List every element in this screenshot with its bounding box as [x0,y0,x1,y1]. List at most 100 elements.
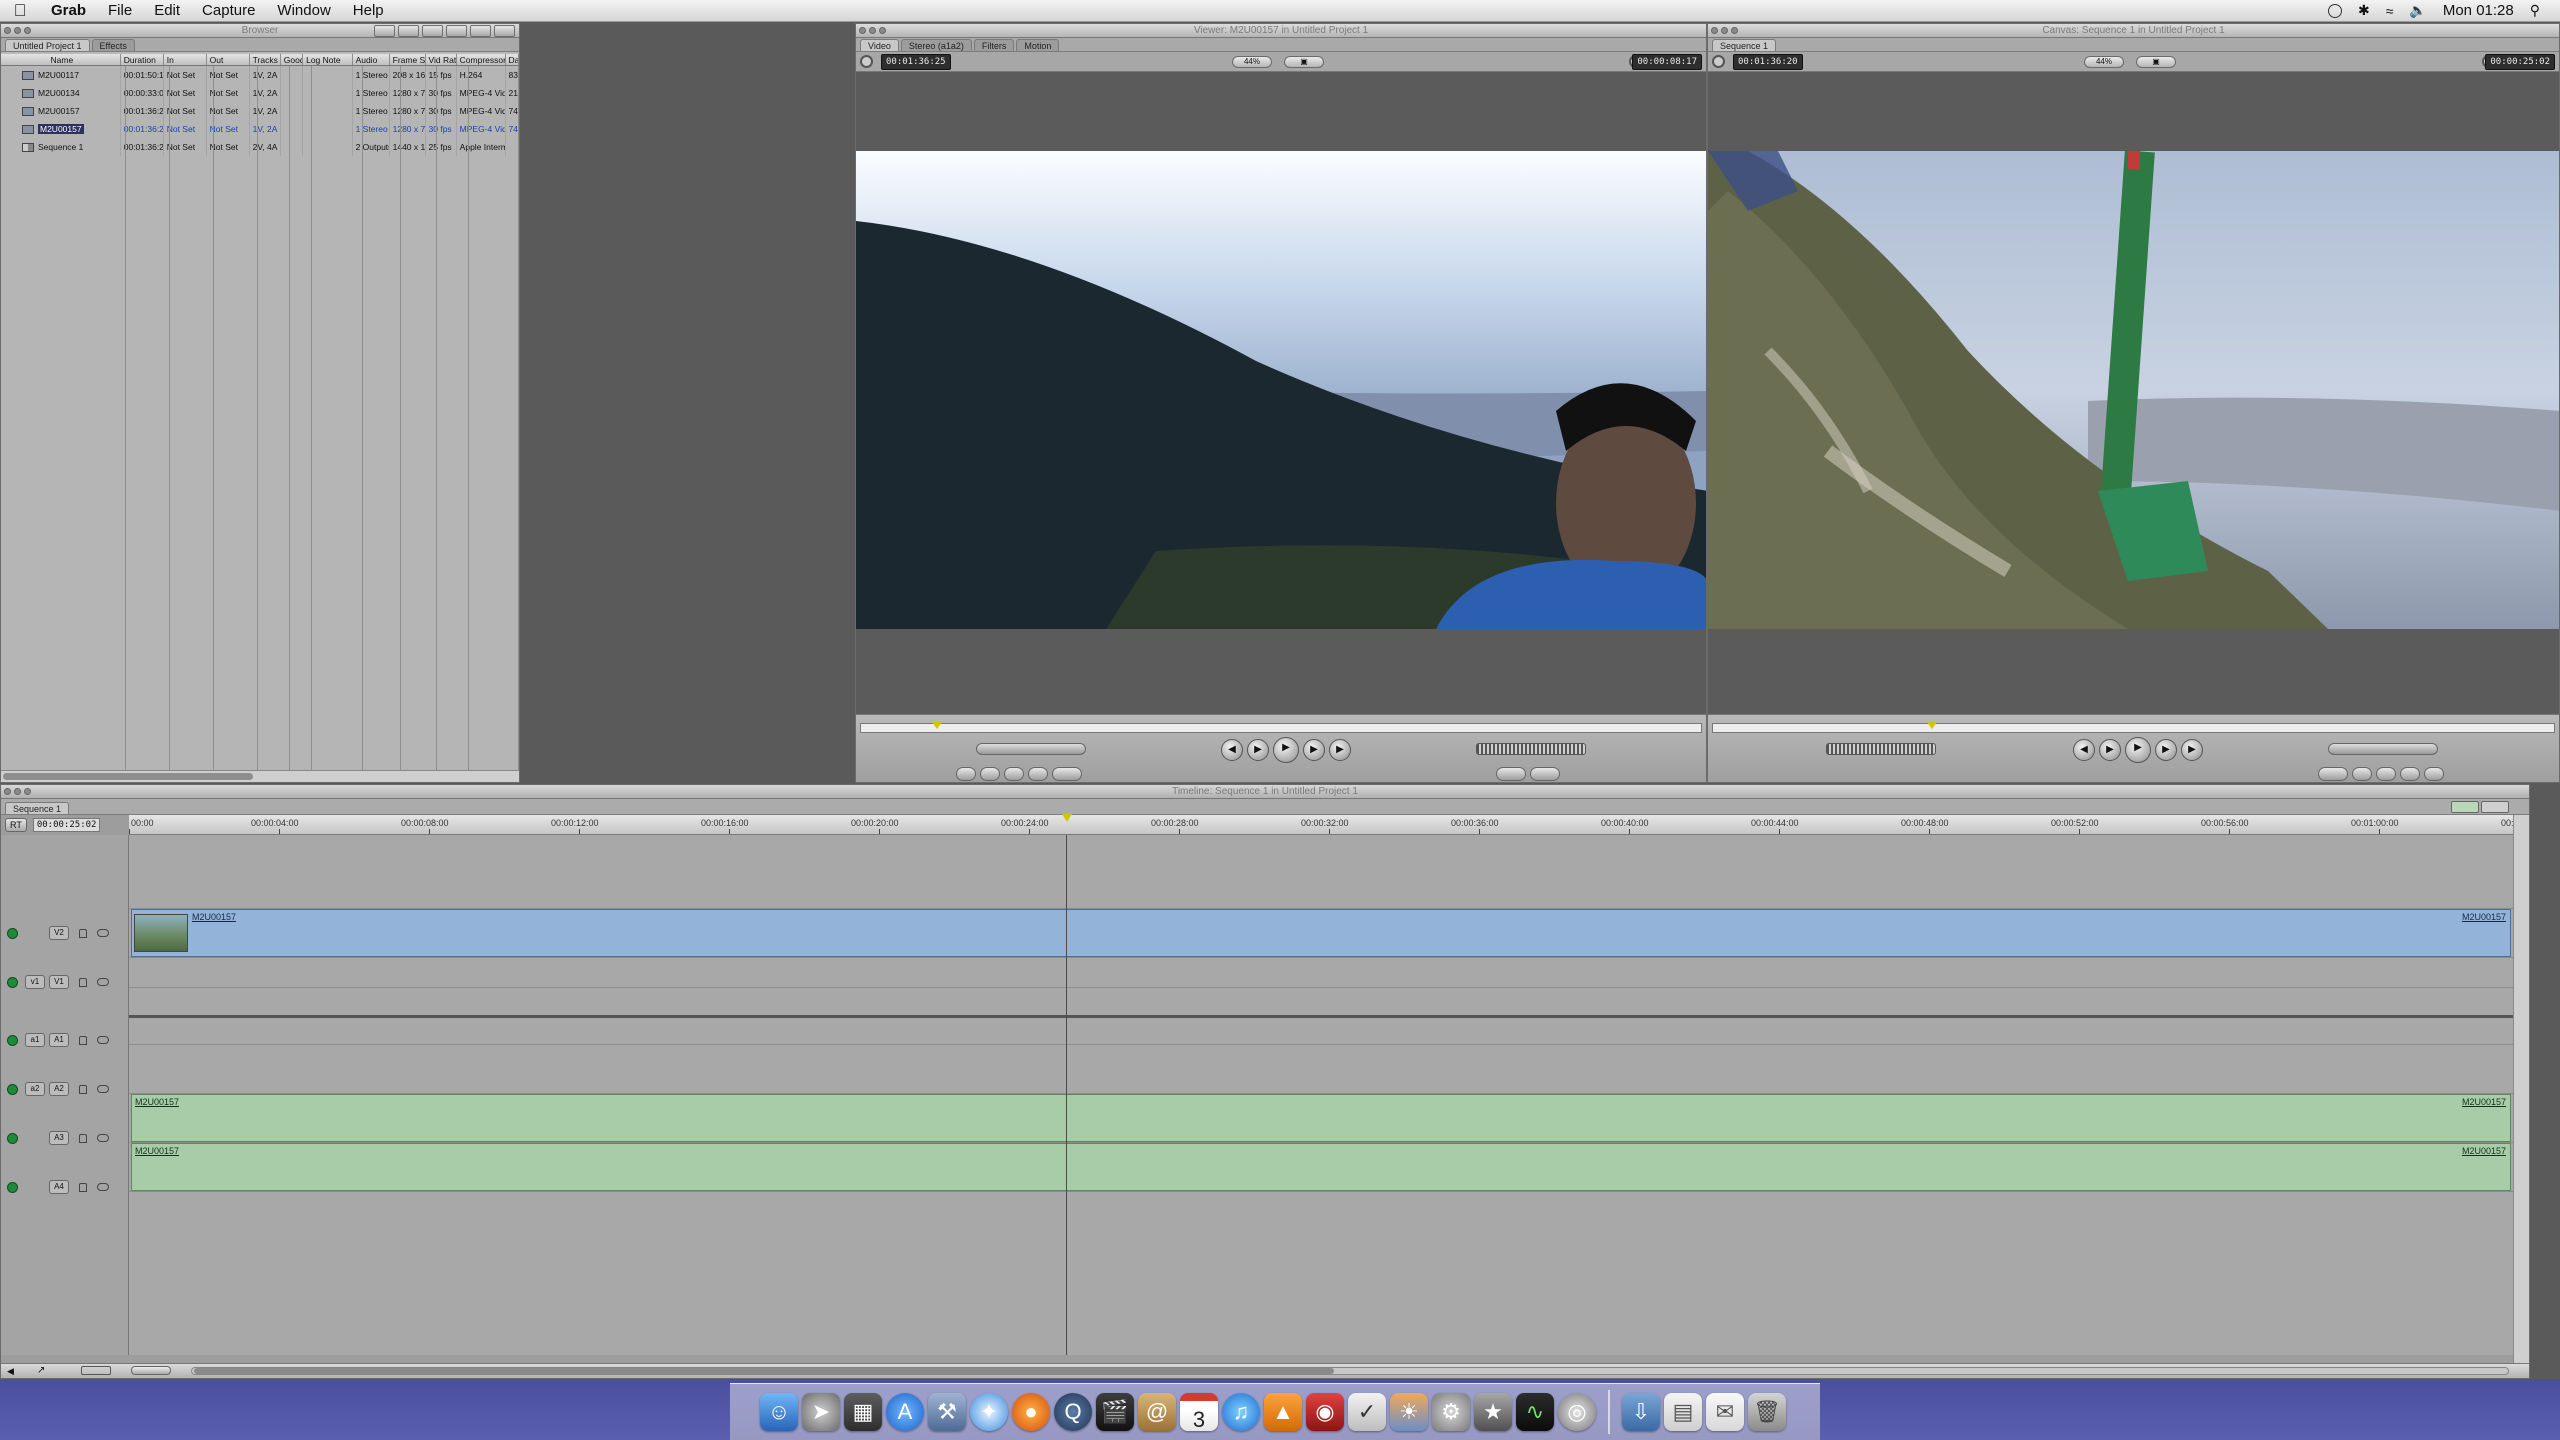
track-audible-icon[interactable] [7,1181,18,1193]
auto-select-icon[interactable] [97,1134,109,1142]
mail-icon[interactable]: ✉ [1706,1393,1744,1431]
menu-window[interactable]: Window [266,0,341,22]
viewer-current-timecode[interactable]: 00:00:08:17 [1632,53,1702,70]
tab-sequence-1[interactable]: Sequence 1 [5,802,70,814]
browser-tool-button[interactable] [398,25,419,37]
go-to-next-edit-button[interactable]: ▶ [1329,739,1351,761]
dashboard-icon[interactable]: ▦ [844,1393,882,1431]
track-lock-icon[interactable] [79,1084,87,1094]
add-marker-button[interactable] [2352,767,2372,781]
iphoto-icon[interactable]: ☀ [1390,1393,1428,1431]
track-lock-icon[interactable] [79,928,87,938]
scrollbar-thumb[interactable] [194,1368,1334,1374]
col-in[interactable]: In [164,54,207,65]
trash-icon[interactable]: 🗑 [1748,1393,1786,1431]
track-audible-icon[interactable] [7,1132,18,1144]
timeline-playhead[interactable] [1062,814,1072,822]
menu-file[interactable]: File [97,0,143,22]
browser-tool-button[interactable] [422,25,443,37]
timeline-tracks[interactable]: M2U00157 M2U00157 M2U00157 M2U00157 M2U0… [129,835,2514,1355]
viewer-shuttle-control[interactable] [1476,743,1586,755]
tab-untitled-project[interactable]: Untitled Project 1 [5,39,90,51]
tab-effects[interactable]: Effects [91,39,135,51]
go-to-previous-edit-button[interactable]: ◀ [1221,739,1243,761]
spotlight-search-icon[interactable]: ⚲ [2530,2,2540,19]
zoom-popup[interactable]: 44% [2084,55,2124,68]
play-in-to-out-button[interactable]: ▶ [2099,739,2121,761]
track-audible-icon[interactable] [7,1034,18,1046]
timeline-horizontal-scrollbar[interactable] [191,1367,2509,1375]
bluetooth-icon[interactable]: ✱ [2358,2,2370,19]
track-lock-icon[interactable] [79,1182,87,1192]
col-good[interactable]: Good [281,54,304,65]
table-row[interactable]: M2U00157 00:01:36:25 Not Set Not Set 1V,… [1,102,519,120]
auto-select-icon[interactable] [97,1036,109,1044]
generator-button[interactable] [1530,767,1560,781]
browser-horizontal-scrollbar[interactable] [1,770,519,782]
col-compressor[interactable]: Compressor [457,54,506,65]
tab-stereo[interactable]: Stereo (a1a2) [900,39,972,51]
mark-in-out-button[interactable] [2318,767,2348,781]
browser-tool-button[interactable] [446,25,467,37]
wifi-icon[interactable]: ≈ [2386,3,2394,19]
volume-icon[interactable]: 🔈 [2409,2,2426,19]
itunes-icon[interactable]: ♫ [1222,1393,1260,1431]
close-button[interactable] [4,788,11,795]
browser-tool-button[interactable] [494,25,515,37]
apple-menu-icon[interactable]:  [0,0,40,22]
play-in-to-out-button[interactable]: ▶ [1247,739,1269,761]
browser-tool-button[interactable] [374,25,395,37]
auto-select-icon[interactable] [97,1183,109,1191]
clip-a3[interactable]: M2U00157 M2U00157 [131,1094,2511,1142]
launchpad-icon[interactable]: ➤ [802,1393,840,1431]
mark-clip-button[interactable] [980,767,1000,781]
track-visibility-icon[interactable] [7,927,18,939]
clip-v2[interactable]: M2U00157 M2U00157 [131,909,2511,957]
destination-patch-a4[interactable]: A4 [49,1180,69,1194]
scrollbar-thumb[interactable] [3,773,253,780]
safari-icon[interactable]: ✦ [970,1393,1008,1431]
menubar-clock[interactable]: Mon 01:28 [2443,2,2514,19]
view-popup[interactable]: ▣ [2136,55,2176,68]
track-lock-icon[interactable] [79,1133,87,1143]
col-out[interactable]: Out [207,54,250,65]
go-to-previous-edit-button[interactable]: ◀ [2073,739,2095,761]
activity-monitor-icon[interactable]: ∿ [1516,1393,1554,1431]
firefox-icon[interactable]: ● [1012,1393,1050,1431]
canvas-playhead[interactable] [1926,722,1937,729]
play-button[interactable]: ▶ [1273,737,1299,763]
downloads-folder-icon[interactable]: ⇩ [1622,1393,1660,1431]
destination-patch-a2[interactable]: A2 [49,1082,69,1096]
track-height-icon[interactable]: ◀ [7,1366,14,1377]
menu-edit[interactable]: Edit [143,0,191,22]
vlc-icon[interactable]: ▲ [1264,1393,1302,1431]
browser-tool-button[interactable] [470,25,491,37]
minimize-button[interactable] [14,788,21,795]
preview-icon[interactable]: ✓ [1348,1393,1386,1431]
viewer-scrubber-bar[interactable] [860,722,1702,733]
destination-patch-v2[interactable]: V2 [49,926,69,940]
photo-booth-icon[interactable]: ◉ [1306,1393,1344,1431]
imovie-icon[interactable]: ★ [1474,1393,1512,1431]
track-audible-icon[interactable] [7,1083,18,1095]
xcode-icon[interactable]: ⚒ [928,1393,966,1431]
source-patch-a1[interactable]: a1 [25,1033,45,1047]
col-da[interactable]: Da [506,54,519,65]
menu-capture[interactable]: Capture [191,0,266,22]
tab-video[interactable]: Video [860,39,899,51]
view-popup[interactable]: ▣ [1284,55,1324,68]
source-patch-v1[interactable]: v1 [25,975,45,989]
table-row[interactable]: M2U00134 00:00:33:00 Not Set Not Set 1V,… [1,84,519,102]
clip-a4[interactable]: M2U00157 M2U00157 [131,1143,2511,1191]
recent-clips-button[interactable] [1496,767,1526,781]
viewer-jog-control[interactable] [976,743,1086,755]
quicktime-icon[interactable]: Q [1054,1393,1092,1431]
system-preferences-icon[interactable]: ⚙ [1432,1393,1470,1431]
time-machine-icon[interactable] [2327,3,2342,18]
track-visibility-icon[interactable] [7,976,18,988]
add-marker-button[interactable] [1028,767,1048,781]
table-row-selected[interactable]: M2U00157 00:01:36:25 Not Set Not Set 1V,… [1,120,519,138]
tab-filters[interactable]: Filters [973,39,1015,51]
table-row[interactable]: Sequence 1 00:01:36:20 Not Set Not Set 2… [1,138,519,156]
canvas-current-timecode[interactable]: 00:00:25:02 [2485,53,2555,70]
